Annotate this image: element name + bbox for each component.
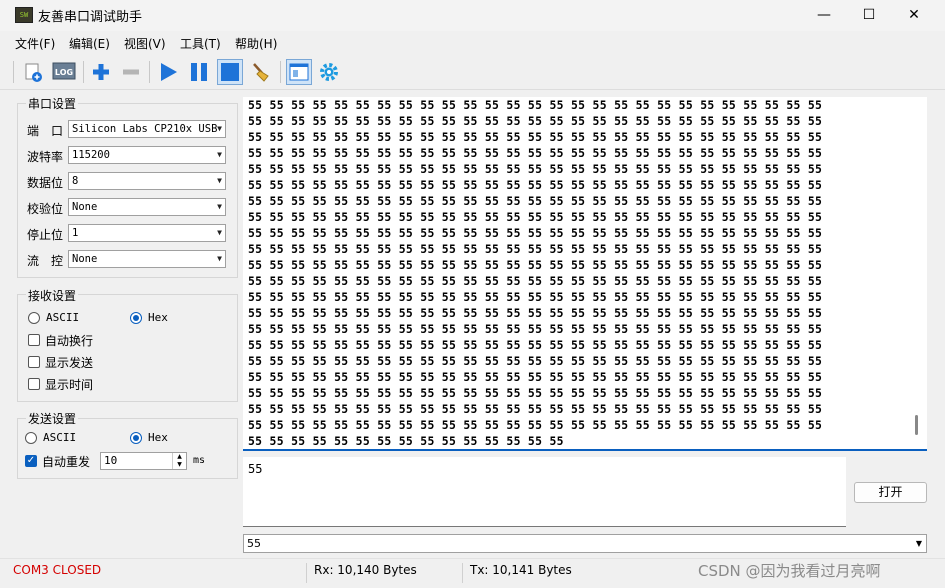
chevron-down-icon: ▼	[217, 150, 222, 159]
show-time-label: 显示时间	[45, 378, 94, 392]
toolbar: LOG	[0, 55, 945, 90]
stop-icon[interactable]	[217, 59, 243, 85]
port-label: 端 口	[27, 124, 64, 138]
toolbar-separator	[83, 61, 84, 83]
receive-hex-label: Hex	[148, 311, 168, 324]
toolbar-separator	[13, 61, 14, 83]
show-time-checkbox[interactable]	[28, 378, 40, 390]
status-bar: COM3 CLOSED Rx: 10,140 Bytes Tx: 10,141 …	[0, 558, 945, 588]
toolbar-separator	[280, 61, 281, 83]
maximize-button[interactable]: ☐	[846, 0, 892, 31]
stopbits-label: 停止位	[27, 228, 64, 242]
clear-broom-icon[interactable]	[248, 59, 274, 85]
receive-text: 55 55 55 55 55 55 55 55 55 55 55 55 55 5…	[248, 98, 823, 448]
receive-ascii-label: ASCII	[46, 311, 80, 324]
send-text: 55	[248, 462, 263, 476]
receive-hex-radio[interactable]	[130, 312, 142, 324]
flow-label: 流 控	[27, 254, 64, 268]
send-ascii-radio[interactable]	[25, 432, 37, 444]
send-hex-label: Hex	[148, 431, 168, 444]
close-button[interactable]: ✕	[891, 0, 937, 31]
databits-label: 数据位	[27, 176, 64, 190]
status-divider	[306, 563, 307, 583]
send-ascii-label: ASCII	[43, 431, 77, 444]
stopbits-select[interactable]: 1 ▼	[68, 224, 226, 242]
chevron-down-icon: ▼	[217, 228, 222, 237]
spin-up-icon[interactable]: ▲	[172, 453, 186, 461]
play-icon[interactable]	[155, 59, 181, 85]
menu-edit[interactable]: 编辑(E)	[69, 35, 110, 52]
flow-select[interactable]: None ▼	[68, 250, 226, 268]
new-file-icon[interactable]	[20, 59, 46, 85]
port-value: Silicon Labs CP210x USB	[72, 123, 218, 135]
chevron-down-icon: ▼	[915, 539, 922, 548]
port-select[interactable]: Silicon Labs CP210x USB ▼	[68, 120, 226, 138]
auto-resend-checkbox[interactable]: ✓	[25, 455, 37, 467]
show-send-checkbox[interactable]	[28, 356, 40, 368]
chevron-down-icon: ▼	[217, 254, 222, 263]
minimize-button[interactable]: —	[801, 0, 847, 31]
settings-gear-icon[interactable]	[316, 59, 342, 85]
menu-tools[interactable]: 工具(T)	[180, 35, 221, 52]
pause-icon[interactable]	[186, 59, 212, 85]
window-layout-icon[interactable]	[286, 59, 312, 85]
interval-unit: ms	[193, 455, 206, 466]
log-icon-text: LOG	[55, 68, 73, 77]
chevron-down-icon: ▼	[217, 202, 222, 211]
send-hex-radio[interactable]	[130, 432, 142, 444]
log-icon[interactable]: LOG	[51, 59, 77, 85]
send-history-select[interactable]: 55 ▼	[243, 534, 927, 553]
window-title: 友善串口调试助手	[38, 10, 143, 25]
parity-value: None	[72, 201, 98, 213]
send-settings-title: 发送设置	[26, 410, 79, 427]
chevron-down-icon: ▼	[217, 124, 222, 133]
serial-settings-title: 串口设置	[26, 95, 79, 112]
menu-help[interactable]: 帮助(H)	[235, 35, 277, 52]
remove-icon[interactable]	[118, 59, 144, 85]
watermark: CSDN @因为我看过月亮啊	[698, 562, 881, 580]
interval-spinbox[interactable]: 10 ▲ ▼	[100, 452, 187, 470]
databits-value: 8	[72, 175, 79, 187]
parity-select[interactable]: None ▼	[68, 198, 226, 216]
send-history-value: 55	[247, 537, 261, 550]
tx-count: Tx: 10,141 Bytes	[470, 563, 572, 577]
menu-bar: 文件(F) 编辑(E) 视图(V) 工具(T) 帮助(H)	[0, 32, 945, 54]
add-icon[interactable]	[88, 59, 114, 85]
auto-wrap-label: 自动换行	[45, 334, 94, 348]
baud-value: 115200	[72, 149, 110, 161]
stopbits-value: 1	[72, 227, 79, 239]
status-divider	[462, 563, 463, 583]
receive-settings-title: 接收设置	[26, 287, 79, 304]
spin-down-icon[interactable]: ▼	[172, 461, 186, 469]
send-textarea[interactable]: 55	[243, 457, 846, 527]
interval-value: 10	[104, 454, 118, 467]
parity-label: 校验位	[27, 202, 64, 216]
app-icon: SW	[15, 7, 33, 23]
flow-value: None	[72, 253, 98, 265]
open-button[interactable]: 打开	[854, 482, 927, 503]
baud-label: 波特率	[27, 150, 64, 164]
auto-resend-label: 自动重发	[42, 455, 91, 469]
databits-select[interactable]: 8 ▼	[68, 172, 226, 190]
baud-select[interactable]: 115200 ▼	[68, 146, 226, 164]
chevron-down-icon: ▼	[217, 176, 222, 185]
show-send-label: 显示发送	[45, 356, 94, 370]
receive-textarea[interactable]: 55 55 55 55 55 55 55 55 55 55 55 55 55 5…	[243, 97, 927, 451]
rx-count: Rx: 10,140 Bytes	[314, 563, 417, 577]
menu-view[interactable]: 视图(V)	[124, 35, 166, 52]
toolbar-separator	[149, 61, 150, 83]
port-status: COM3 CLOSED	[13, 563, 102, 577]
menu-file[interactable]: 文件(F)	[15, 35, 55, 52]
receive-ascii-radio[interactable]	[28, 312, 40, 324]
title-bar: SW 友善串口调试助手 — ☐ ✕	[0, 0, 945, 31]
receive-scrollbar[interactable]	[915, 415, 918, 435]
auto-wrap-checkbox[interactable]	[28, 334, 40, 346]
